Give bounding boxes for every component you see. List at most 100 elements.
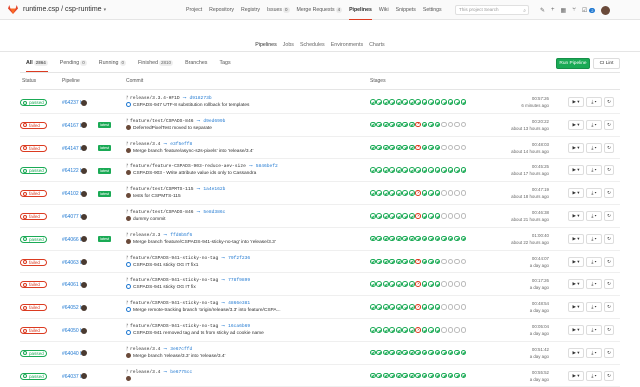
stage-success-icon[interactable] <box>434 213 441 219</box>
download-artifacts-button[interactable]: ⤓ ▾ <box>586 347 602 358</box>
status-badge[interactable]: passed <box>20 99 47 106</box>
stage-success-icon[interactable] <box>421 121 428 128</box>
cancel-button[interactable]: ↻ <box>604 165 614 176</box>
stage-success-icon[interactable] <box>447 99 454 105</box>
stage-success-icon[interactable] <box>389 258 396 265</box>
stage-success-icon[interactable] <box>434 304 441 310</box>
stage-skipped-icon[interactable] <box>441 213 447 219</box>
stage-success-icon[interactable] <box>370 190 376 196</box>
nav-item-snippets[interactable]: Snippets <box>396 0 416 20</box>
tab-finished[interactable]: Finished 2810 <box>138 60 174 72</box>
commit-author-avatar[interactable] <box>126 307 131 313</box>
branch-name-link[interactable]: feature/test/CSPADS-846 <box>130 210 193 215</box>
stage-success-icon[interactable] <box>454 372 460 379</box>
stage-success-icon[interactable] <box>460 372 467 379</box>
retry-button[interactable]: ↻ <box>604 325 614 335</box>
stage-success-icon[interactable] <box>447 372 454 379</box>
stage-success-icon[interactable] <box>447 167 454 173</box>
stage-success-icon[interactable] <box>395 349 402 356</box>
commit-title-link[interactable]: CSPADS-941 sticky OG IT fix1 <box>133 263 198 268</box>
project-path-text[interactable]: runtime.csp / csp-runtime <box>23 6 102 13</box>
stage-success-icon[interactable] <box>376 121 383 128</box>
run-pipeline-button[interactable]: Run Pipeline <box>556 58 590 69</box>
stage-success-icon[interactable] <box>454 349 460 356</box>
commit-author-avatar[interactable] <box>126 216 131 221</box>
stage-skipped-icon[interactable] <box>460 281 467 287</box>
commit-sha-link[interactable]: 16ca6b69 <box>228 324 250 329</box>
nav-item-wiki[interactable]: Wiki <box>379 0 389 20</box>
stage-success-icon[interactable] <box>408 258 415 265</box>
stage-success-icon[interactable] <box>428 213 434 219</box>
commit-title-link[interactable]: CSPADS-903 - Write attribute value ids o… <box>133 171 256 176</box>
stage-success-icon[interactable] <box>408 190 415 196</box>
play-dropdown-button[interactable]: ▶ ▾ <box>568 347 584 358</box>
stage-success-icon[interactable] <box>460 167 467 173</box>
status-badge[interactable]: failed <box>20 190 47 198</box>
stage-success-icon[interactable] <box>447 349 454 356</box>
stage-success-icon[interactable] <box>402 99 409 105</box>
stage-skipped-icon[interactable] <box>454 258 460 265</box>
stage-success-icon[interactable] <box>402 235 409 242</box>
stage-failed-icon[interactable] <box>415 213 421 219</box>
stage-failed-icon[interactable] <box>415 327 421 333</box>
stage-success-icon[interactable] <box>376 190 383 196</box>
download-artifacts-button[interactable]: ⤓ ▾ <box>586 142 602 153</box>
stage-success-icon[interactable] <box>402 372 409 379</box>
stage-skipped-icon[interactable] <box>454 144 460 151</box>
stage-success-icon[interactable] <box>460 99 467 105</box>
ci-lint-button[interactable]: CI Lint <box>593 58 620 69</box>
wrench-icon[interactable]: ✎ <box>540 7 545 14</box>
commit-sha-link[interactable]: 3e67cffd <box>170 347 192 352</box>
stage-failed-icon[interactable] <box>415 281 421 287</box>
commit-author-avatar[interactable] <box>126 330 131 335</box>
avatar[interactable] <box>81 145 87 152</box>
stage-success-icon[interactable] <box>395 213 402 219</box>
play-dropdown-button[interactable]: ▶ ▾ <box>568 302 584 313</box>
stage-success-icon[interactable] <box>382 304 389 310</box>
retry-button[interactable]: ↻ <box>604 188 614 199</box>
stage-success-icon[interactable] <box>428 258 434 265</box>
stage-success-icon[interactable] <box>370 235 376 242</box>
stage-success-icon[interactable] <box>434 167 441 173</box>
stage-success-icon[interactable] <box>395 235 402 242</box>
stage-success-icon[interactable] <box>428 235 434 242</box>
stage-success-icon[interactable] <box>382 349 389 356</box>
stage-skipped-icon[interactable] <box>441 258 447 265</box>
stage-failed-icon[interactable] <box>415 121 421 128</box>
stage-success-icon[interactable] <box>376 167 383 173</box>
stage-success-icon[interactable] <box>408 167 415 173</box>
cancel-button[interactable]: ↻ <box>604 347 614 358</box>
avatar[interactable] <box>81 167 87 174</box>
stage-skipped-icon[interactable] <box>447 190 454 196</box>
stage-success-icon[interactable] <box>460 349 467 356</box>
status-badge[interactable]: failed <box>20 144 47 152</box>
stage-success-icon[interactable] <box>428 349 434 356</box>
stage-success-icon[interactable] <box>389 349 396 356</box>
commit-author-avatar[interactable] <box>126 375 131 381</box>
stage-skipped-icon[interactable] <box>447 281 454 287</box>
play-dropdown-button[interactable]: ▶ ▾ <box>568 256 584 267</box>
stage-success-icon[interactable] <box>370 99 376 105</box>
stage-success-icon[interactable] <box>434 258 441 265</box>
stage-skipped-icon[interactable] <box>441 190 447 196</box>
stage-success-icon[interactable] <box>428 167 434 173</box>
stage-success-icon[interactable] <box>382 99 389 105</box>
stage-skipped-icon[interactable] <box>447 121 454 128</box>
stage-success-icon[interactable] <box>415 372 421 379</box>
download-artifacts-button[interactable]: ⤓ ▾ <box>586 211 602 221</box>
download-artifacts-button[interactable]: ⤓ ▾ <box>586 370 602 381</box>
stage-success-icon[interactable] <box>415 167 421 173</box>
stage-skipped-icon[interactable] <box>454 281 460 287</box>
stage-success-icon[interactable] <box>370 281 376 287</box>
stage-success-icon[interactable] <box>370 167 376 173</box>
project-path[interactable]: runtime.csp / csp-runtime ▾ <box>23 6 106 13</box>
stage-skipped-icon[interactable] <box>454 327 460 333</box>
stage-success-icon[interactable] <box>382 190 389 196</box>
merge-request-icon[interactable]: ⑂ <box>572 7 576 13</box>
branch-name-link[interactable]: release/3.4 <box>130 347 160 352</box>
stage-failed-icon[interactable] <box>415 190 421 196</box>
nav-item-repository[interactable]: Repository <box>209 0 234 20</box>
stage-success-icon[interactable] <box>382 144 389 151</box>
stage-success-icon[interactable] <box>376 258 383 265</box>
stage-success-icon[interactable] <box>402 213 409 219</box>
